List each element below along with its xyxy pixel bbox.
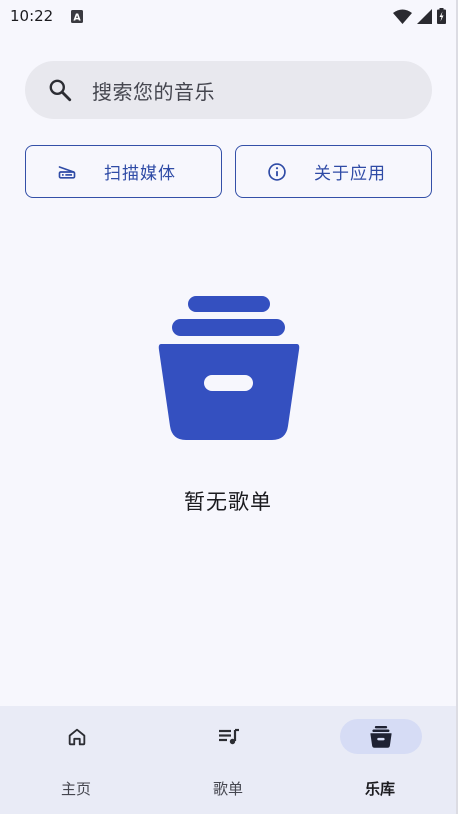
inventory-box-icon <box>157 296 301 442</box>
search-icon <box>47 77 73 103</box>
nav-item-playlists[interactable]: 歌单 <box>152 706 304 814</box>
nav-pill-playlists <box>188 719 270 754</box>
nav-label-library: 乐库 <box>364 780 395 798</box>
status-time: 10:22 <box>10 7 54 25</box>
scan-media-label: 扫描媒体 <box>104 164 176 184</box>
scanner-icon <box>57 162 77 182</box>
svg-text:A: A <box>74 12 82 23</box>
nav-pill-library <box>340 719 422 754</box>
nav-item-library[interactable]: 乐库 <box>304 706 456 814</box>
bottom-navigation: 主页 歌单 乐库 <box>0 706 456 814</box>
about-app-button[interactable]: 关于应用 <box>235 145 432 198</box>
battery-charging-icon <box>437 8 446 24</box>
home-icon <box>66 726 88 748</box>
nav-item-home[interactable]: 主页 <box>0 706 152 814</box>
search-bar[interactable]: 搜索您的音乐 <box>25 61 432 119</box>
inventory-icon <box>370 725 392 748</box>
info-icon <box>267 162 287 182</box>
nav-pill-home <box>36 719 118 754</box>
library-screen: 10:22 A 搜索您的音乐 扫描媒体 关于应用 暂无歌单 主页 歌单 乐库 <box>0 0 458 814</box>
wifi-icon <box>393 9 412 24</box>
queue-music-icon <box>217 725 241 749</box>
empty-state-message: 暂无歌单 <box>184 490 272 514</box>
nav-label-playlists: 歌单 <box>212 780 243 798</box>
status-bar: 10:22 A <box>0 0 456 32</box>
a-letter-icon: A <box>71 9 84 23</box>
scan-media-button[interactable]: 扫描媒体 <box>25 145 222 198</box>
search-placeholder: 搜索您的音乐 <box>92 79 215 104</box>
about-app-label: 关于应用 <box>314 164 386 184</box>
nav-label-home: 主页 <box>60 780 91 798</box>
signal-icon <box>417 8 432 24</box>
